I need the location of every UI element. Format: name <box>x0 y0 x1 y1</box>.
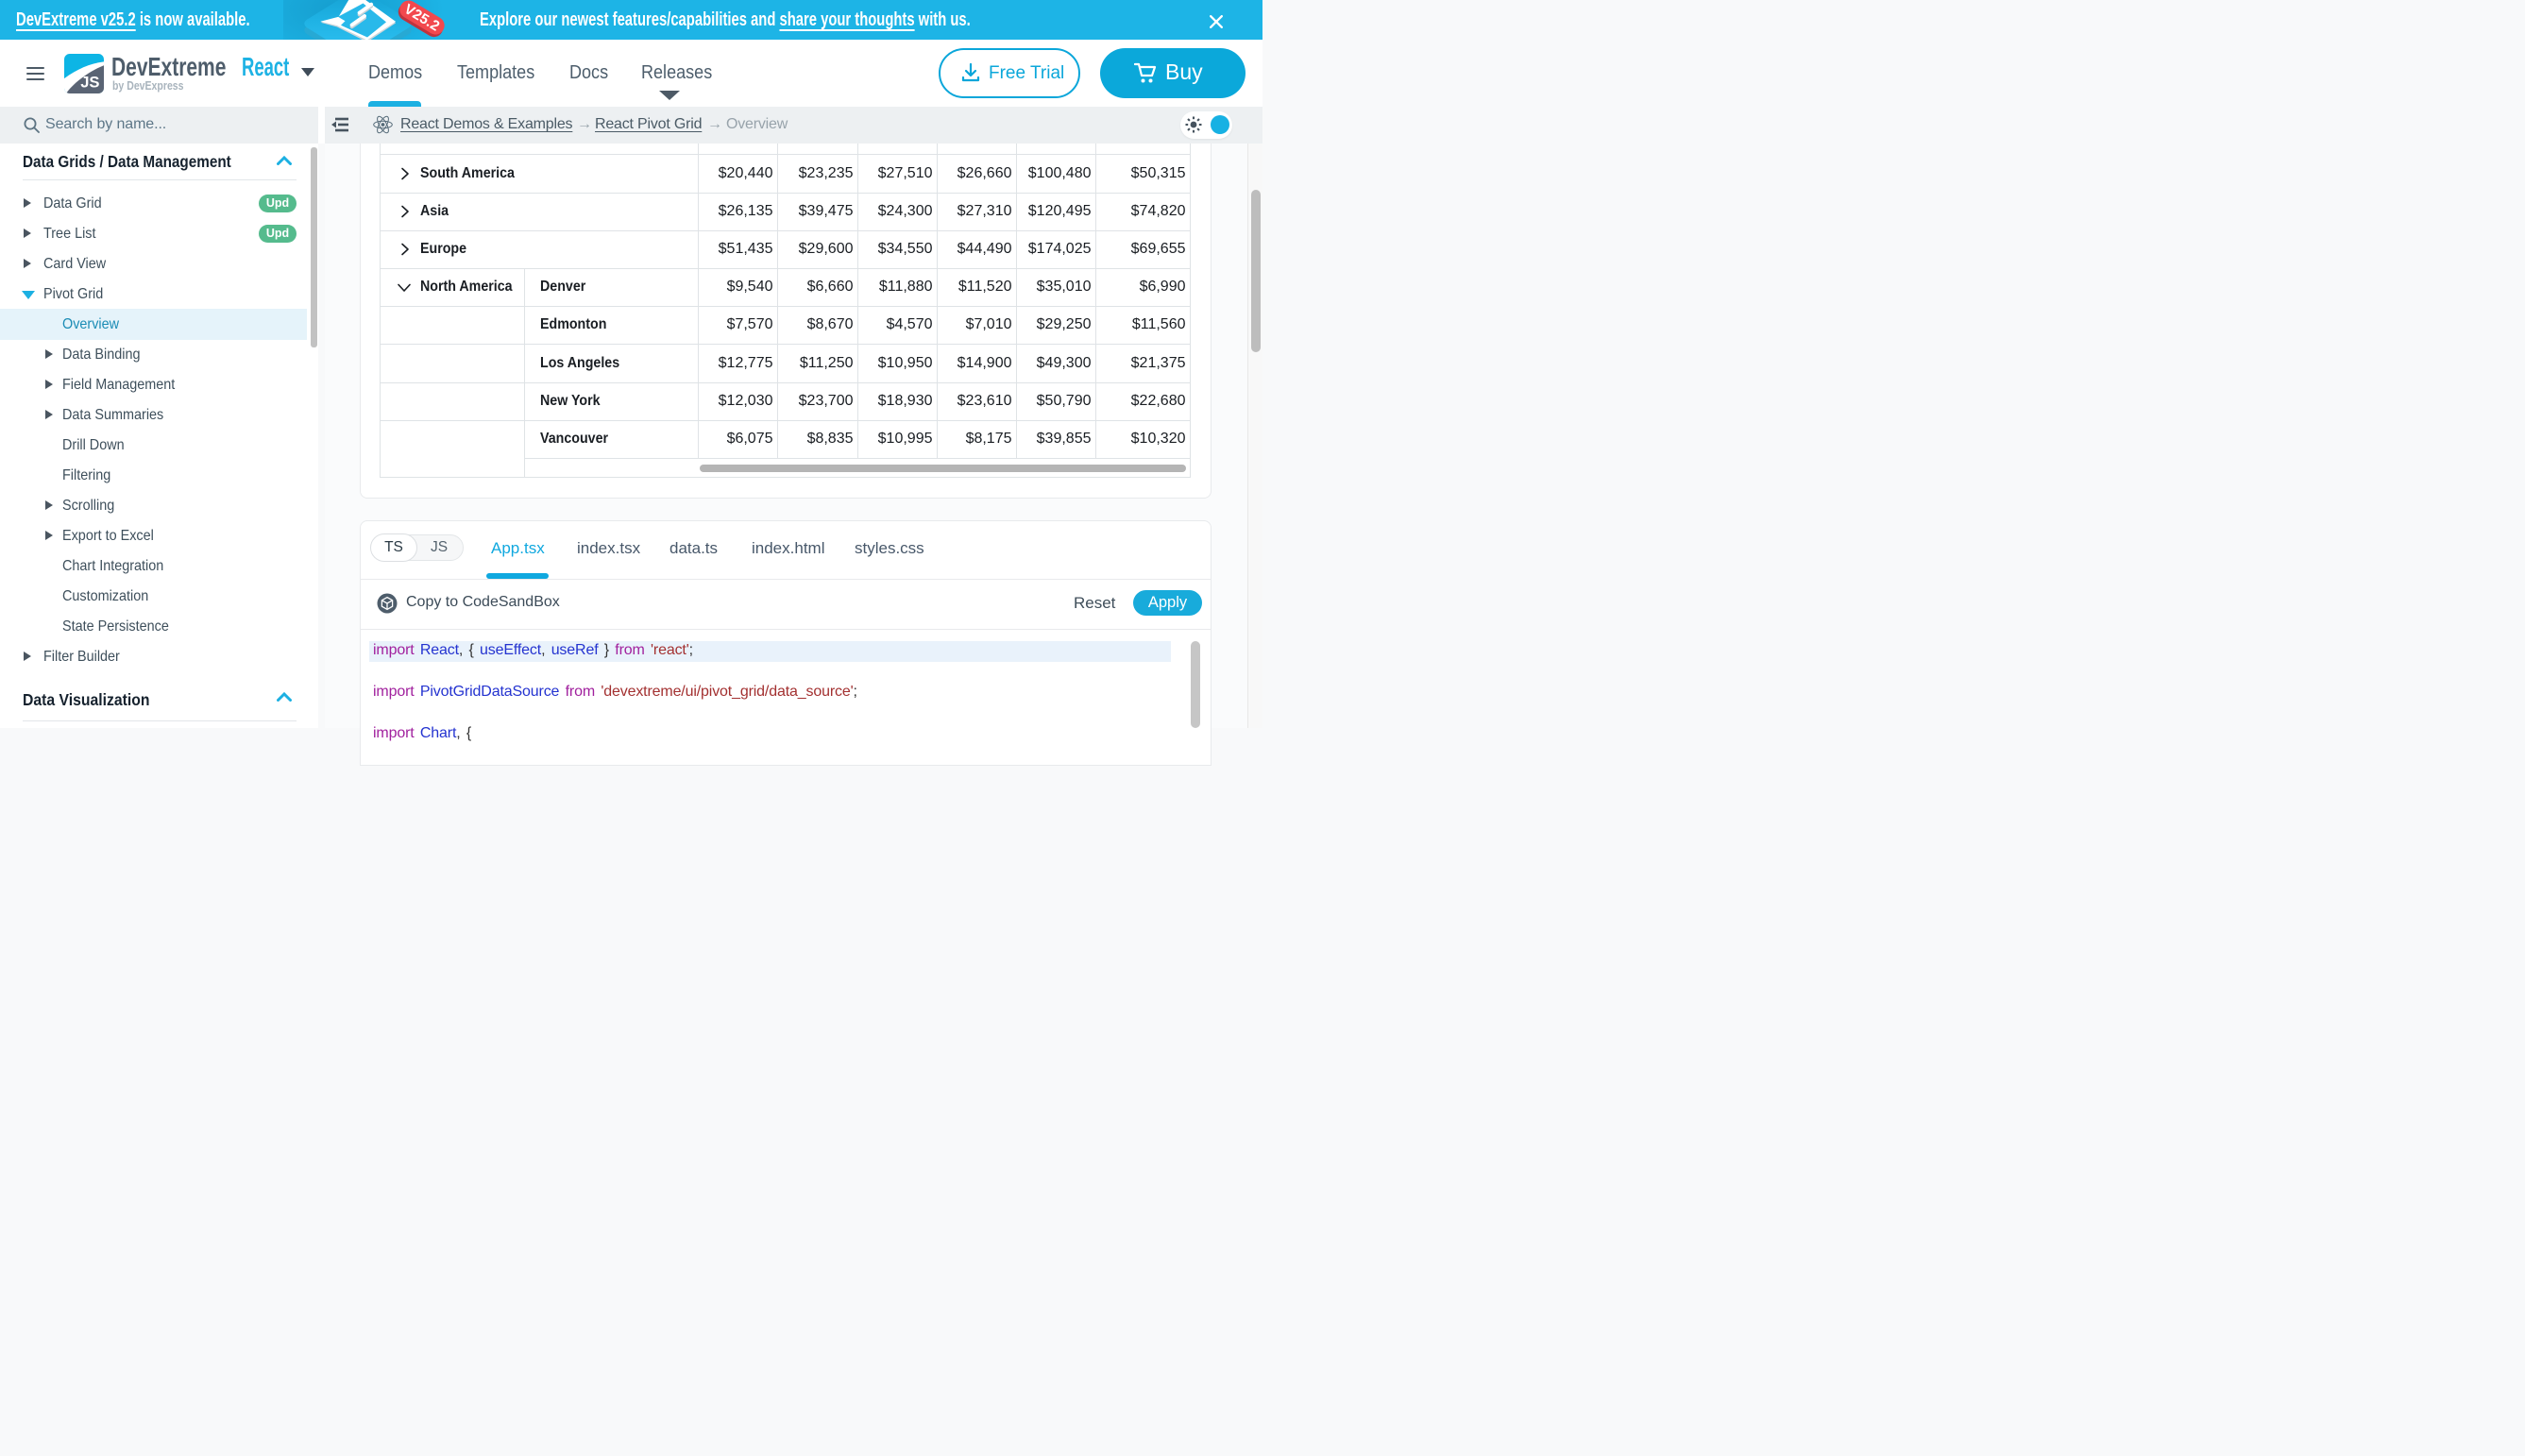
svg-text:JS: JS <box>80 74 99 92</box>
